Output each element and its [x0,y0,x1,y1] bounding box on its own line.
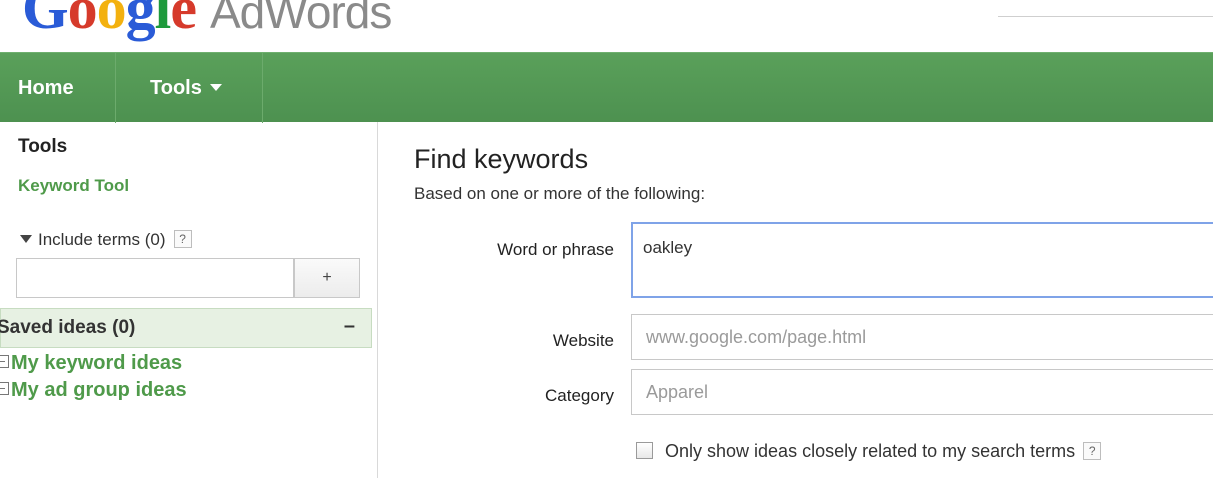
saved-ideas-title: Saved ideas (0) [0,317,136,338]
include-terms-label: Include terms (0) [38,230,166,249]
word-or-phrase-label: Word or phrase [497,240,614,259]
adwords-logo: Google AdWords [22,0,392,43]
logo-letter: o [67,0,98,41]
page-title: Find keywords [414,144,589,174]
folder-icon [0,382,9,396]
collapse-button[interactable]: – [344,315,355,338]
logo-product-name: AdWords [209,0,392,38]
main-nav: Home Tools [0,52,1213,123]
folder-icon [0,355,9,369]
closely-related-option: Only show ideas closely related to my se… [636,441,1102,462]
closely-related-label: Only show ideas closely related to my se… [665,441,1076,461]
logo-letter: l [154,0,172,41]
saved-item-keyword-ideas[interactable]: My keyword ideas [0,352,182,375]
include-terms-input[interactable] [16,258,294,298]
chevron-down-icon [209,83,222,91]
saved-item-ad-group-ideas[interactable]: My ad group ideas [0,379,187,402]
help-icon[interactable]: ? [173,230,192,249]
header-divider [998,16,1213,17]
add-term-button[interactable]: + [294,258,360,298]
nav-home-label: Home [18,77,74,99]
word-or-phrase-input[interactable]: oakley [631,222,1213,298]
page-subtitle: Based on one or more of the following: [414,184,706,203]
help-icon[interactable]: ? [1083,441,1102,460]
include-terms-toggle[interactable]: Include terms (0)? [20,230,192,250]
closely-related-checkbox[interactable] [636,442,653,460]
saved-item-label: My keyword ideas [11,352,183,374]
sidebar: Tools Keyword Tool Include terms (0)? + … [0,122,378,478]
logo-letter: o [96,0,127,41]
triangle-down-icon [20,235,32,244]
nav-tools-menu[interactable]: Tools [116,53,263,123]
saved-ideas-header: Saved ideas (0) – [0,308,372,348]
website-label: Website [552,331,614,350]
logo-letter: G [22,0,69,41]
nav-tools-label: Tools [150,77,202,99]
keyword-tool-link[interactable]: Keyword Tool [18,176,129,196]
category-input[interactable]: Apparel [631,369,1213,415]
saved-item-label: My ad group ideas [11,379,187,401]
category-label: Category [545,386,614,405]
nav-home[interactable]: Home [0,53,116,123]
header-logo-strip: Google AdWords [0,0,1213,52]
logo-letter: e [170,0,197,41]
logo-letter: g [125,0,156,41]
website-input[interactable]: www.google.com/page.html [631,314,1213,360]
sidebar-heading: Tools [18,136,68,157]
